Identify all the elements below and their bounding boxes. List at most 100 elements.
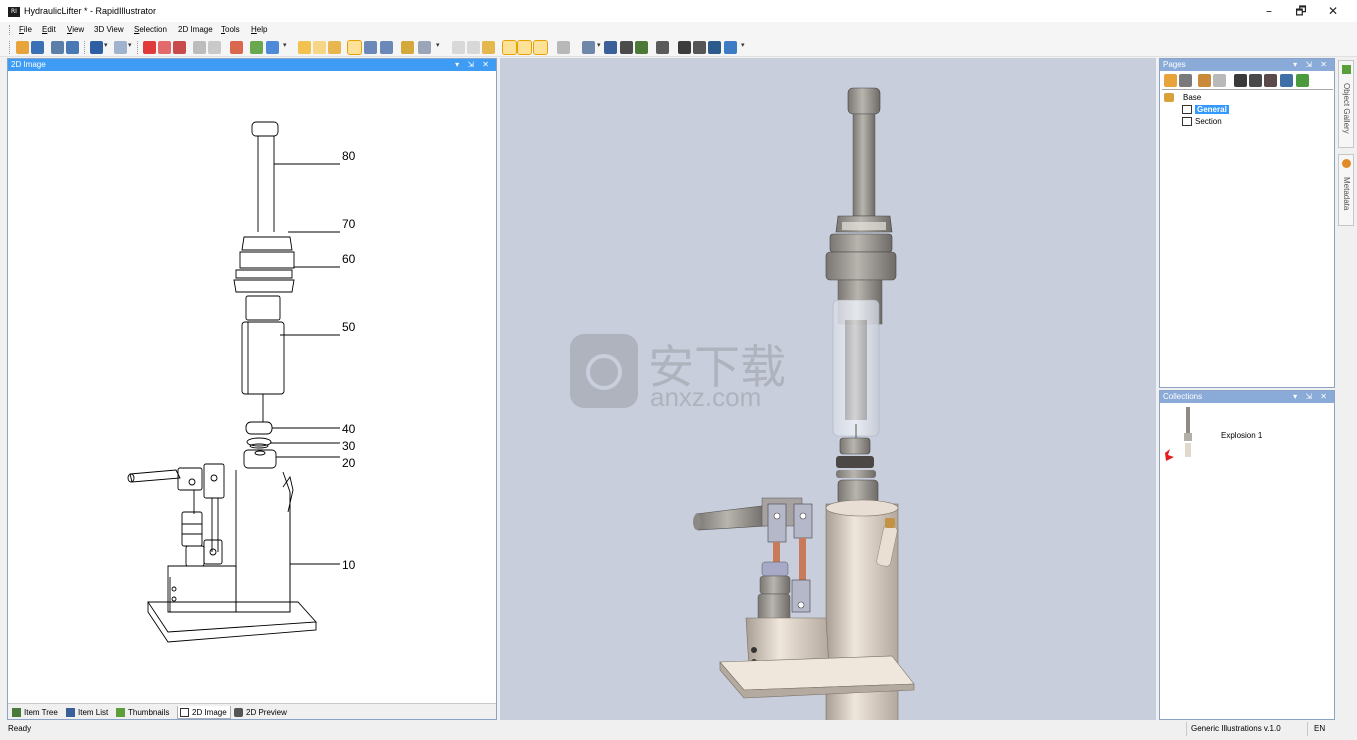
status-library: Generic Illustrations v.1.0 (1191, 724, 1281, 733)
add-page-icon[interactable] (1164, 74, 1177, 87)
paste-page-icon[interactable] (1213, 74, 1226, 87)
settings-icon[interactable] (266, 41, 279, 54)
collection-item[interactable]: Explosion 1 (1162, 405, 1332, 467)
part-40-seal (245, 421, 273, 435)
menu-edit[interactable]: Edit (42, 25, 56, 34)
delete-fx-icon[interactable] (158, 41, 171, 54)
tab-item-list[interactable]: Item List (64, 706, 108, 719)
preview-icon (234, 708, 243, 717)
status-text: Ready (8, 724, 32, 733)
panel-2d-image-controls[interactable]: ▾ ⇲ ✕ (455, 59, 492, 71)
export-page-icon[interactable] (1280, 74, 1293, 87)
tree-icon (12, 708, 21, 717)
line-drawing[interactable]: 80 70 60 50 40 30 20 10 (8, 72, 496, 702)
restore-button[interactable]: 🗗 (1288, 3, 1314, 19)
view-2-icon[interactable] (467, 41, 480, 54)
transform-icon[interactable] (418, 41, 431, 54)
copy-page-icon[interactable] (1198, 74, 1211, 87)
collections-panel-controls[interactable]: ▾ ⇲ ✕ (1293, 391, 1330, 403)
select-parts-icon[interactable] (364, 41, 377, 54)
explosion-thumbnail (1165, 407, 1192, 461)
callout-70: 70 (342, 217, 356, 231)
model-3d[interactable]: 安下载 anxz.com (500, 58, 1156, 725)
tab-2d-image[interactable]: 2D Image (177, 706, 231, 719)
view-1-icon[interactable] (452, 41, 465, 54)
settings-dropdown[interactable]: ▾ (283, 41, 287, 49)
duplicate-page-icon[interactable] (1249, 74, 1262, 87)
tab-item-tree[interactable]: Item Tree (10, 706, 58, 719)
tree-node-section[interactable]: Section (1182, 116, 1222, 127)
part-80-cap (251, 121, 279, 137)
delete-special-icon[interactable] (173, 41, 186, 54)
grid-icon[interactable] (250, 41, 263, 54)
snapshot-icon[interactable] (656, 41, 669, 54)
rotate-icon[interactable] (401, 41, 414, 54)
menu-2d-image[interactable]: 2D Image (178, 25, 213, 34)
render-icon[interactable] (557, 41, 570, 54)
save-all-icon[interactable] (51, 41, 64, 54)
plane-icon[interactable] (604, 41, 617, 54)
minimize-button[interactable]: – (1256, 3, 1282, 19)
publish-page-icon[interactable] (1296, 74, 1309, 87)
pages-panel: Pages ▾ ⇲ ✕ Base General Section (1159, 58, 1335, 388)
tab-thumbnails[interactable]: Thumbnails (114, 706, 169, 719)
tree-node-base[interactable]: Base (1164, 92, 1201, 103)
ungroup-icon[interactable] (208, 41, 221, 54)
page-settings-icon[interactable] (1179, 74, 1192, 87)
menu-help[interactable]: Help (251, 25, 267, 34)
callout-10: 10 (342, 558, 356, 572)
toolbar-grip[interactable] (9, 41, 10, 54)
display-mode-dropdown[interactable]: ▾ (597, 41, 601, 49)
menu-3d-view[interactable]: 3D View (94, 25, 124, 34)
menu-tools[interactable]: Tools (221, 25, 240, 34)
menu-view[interactable]: View (67, 25, 84, 34)
undo-icon[interactable] (90, 41, 103, 54)
select-arrow-icon[interactable] (347, 40, 362, 55)
save-icon[interactable] (31, 41, 44, 54)
view-3-icon[interactable] (482, 41, 495, 54)
pages-panel-controls[interactable]: ▾ ⇲ ✕ (1293, 59, 1330, 71)
panel-2d-tab-strip: Item Tree Item List Thumbnails 2D Image … (8, 703, 496, 719)
app-icon: RI (8, 7, 20, 17)
print-icon[interactable] (66, 41, 79, 54)
tab-2d-preview[interactable]: 2D Preview (232, 706, 287, 719)
svg-text:anxz.com: anxz.com (650, 382, 761, 412)
undo-dropdown[interactable]: ▾ (104, 41, 108, 49)
shape-1-icon[interactable] (298, 41, 311, 54)
delete-page-icon[interactable] (1264, 74, 1277, 87)
video-icon[interactable] (678, 41, 691, 54)
separator (137, 41, 138, 54)
redo-dropdown[interactable]: ▾ (128, 41, 132, 49)
explode-mode-icon[interactable] (517, 40, 532, 55)
brush-icon[interactable] (533, 40, 548, 55)
tab-object-gallery[interactable]: Object Gallery (1338, 60, 1354, 148)
tab-metadata[interactable]: Metadata (1338, 154, 1354, 226)
window-title: HydraulicLifter * - RapidIllustrator (24, 6, 157, 16)
group-icon[interactable] (193, 41, 206, 54)
collections-panel-header: Collections ▾ ⇲ ✕ (1160, 391, 1334, 403)
callout-50: 50 (342, 320, 356, 334)
menu-selection[interactable]: Selection (134, 25, 167, 34)
redo-icon[interactable] (114, 41, 127, 54)
delete-icon[interactable] (143, 41, 156, 54)
open-icon[interactable] (16, 41, 29, 54)
transform-dropdown[interactable]: ▾ (436, 41, 440, 49)
globe-icon[interactable] (708, 41, 721, 54)
shape-2-icon[interactable] (313, 41, 326, 54)
cube-icon[interactable] (724, 41, 737, 54)
menu-file[interactable]: File (19, 25, 32, 34)
close-button[interactable]: ✕ (1320, 3, 1346, 19)
shape-3-icon[interactable] (328, 41, 341, 54)
viewport-3d[interactable]: 安下载 anxz.com (500, 58, 1156, 725)
cube-dropdown[interactable]: ▾ (741, 41, 745, 49)
explode-icon[interactable] (502, 40, 517, 55)
new-page-icon[interactable] (1234, 74, 1247, 87)
select-assembly-icon[interactable] (380, 41, 393, 54)
display-mode-icon[interactable] (582, 41, 595, 54)
camera-icon[interactable] (620, 41, 633, 54)
tree-node-general[interactable]: General (1182, 104, 1229, 115)
report-icon[interactable] (230, 41, 243, 54)
menu-grip[interactable] (9, 25, 11, 35)
fit-icon[interactable] (635, 41, 648, 54)
light-icon[interactable] (693, 41, 706, 54)
